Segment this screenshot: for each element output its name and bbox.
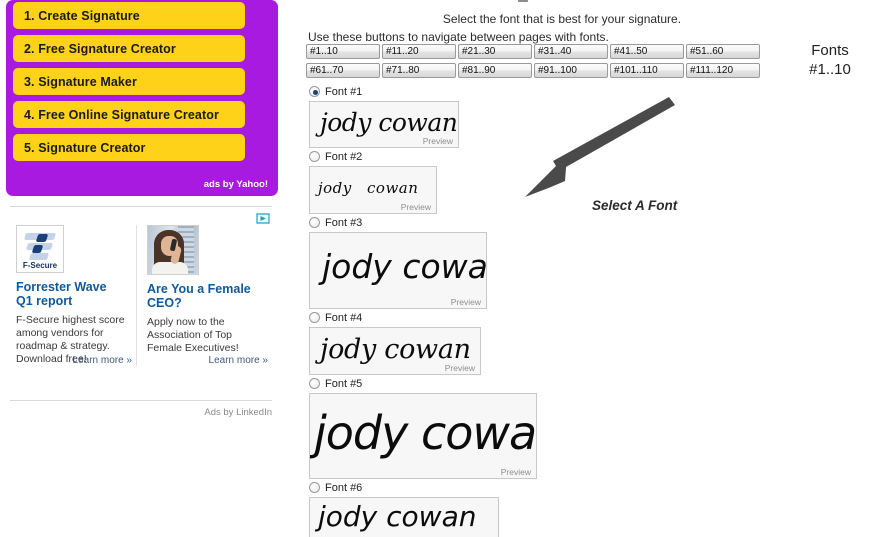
page-headline: Select the font that is best for your si… <box>442 12 682 26</box>
font-preview-3-signature: jody cowan <box>322 247 487 286</box>
font-option-3[interactable]: Font #3 jody cowan Preview <box>306 215 606 309</box>
linkedin-ad-divider <box>10 400 272 401</box>
pager-button-61-70[interactable]: #61..70 <box>306 63 380 78</box>
font-preview-5-signature: jody cowan <box>314 406 537 460</box>
linkedin-ad-card-2[interactable]: Are You a Female CEO? Apply now to the A… <box>136 225 268 366</box>
linkedin-ad-card-1-cta[interactable]: Learn more » <box>73 355 132 366</box>
yahoo-ad-link-1[interactable]: 1. Create Signature <box>13 2 245 29</box>
font-option-3-header[interactable]: Font #3 <box>306 215 606 230</box>
yahoo-ad-link-5-label: 5. Signature Creator <box>24 140 146 155</box>
woman-on-phone-photo <box>147 225 199 275</box>
font-radio-4[interactable] <box>309 312 320 323</box>
font-option-6-header[interactable]: Font #6 <box>306 480 606 495</box>
font-option-2-label: Font #2 <box>325 150 363 163</box>
linkedin-ad-cards: F-Secure Forrester Wave Q1 report F-Secu… <box>16 225 268 366</box>
font-option-4-header[interactable]: Font #4 <box>306 310 606 325</box>
font-radio-6[interactable] <box>309 482 320 493</box>
pager-button-11-20[interactable]: #11..20 <box>382 44 456 59</box>
linkedin-ad-card-2-title[interactable]: Are You a Female CEO? <box>147 282 258 310</box>
ad-choices-icon[interactable] <box>256 211 270 224</box>
font-option-1[interactable]: Font #1 jody cowan Preview <box>306 84 606 148</box>
pager-button-31-40[interactable]: #31..40 <box>534 44 608 59</box>
yahoo-ad-link-2-label: 2. Free Signature Creator <box>24 41 176 56</box>
yahoo-ad-link-4-label: 4. Free Online Signature Creator <box>24 107 219 122</box>
linkedin-ad-block: F-Secure Forrester Wave Q1 report F-Secu… <box>10 206 272 418</box>
ads-by-yahoo-attribution[interactable]: ads by Yahoo! <box>204 179 268 190</box>
yahoo-ad-link-4[interactable]: 4. Free Online Signature Creator <box>13 101 245 128</box>
font-preview-4-tag: Preview <box>444 363 475 373</box>
pager-button-81-90[interactable]: #81..90 <box>458 63 532 78</box>
font-option-2-header[interactable]: Font #2 <box>306 149 606 164</box>
linkedin-ad-card-2-body: Apply now to the Association of Top Fema… <box>147 316 239 354</box>
font-preview-1-signature: jody cowan <box>320 108 458 137</box>
font-option-5[interactable]: Font #5 jody cowan Preview <box>306 376 606 479</box>
font-radio-2[interactable] <box>309 151 320 162</box>
pager-button-71-80[interactable]: #71..80 <box>382 63 456 78</box>
pager-button-21-30[interactable]: #21..30 <box>458 44 532 59</box>
pager-button-111-120[interactable]: #111..120 <box>686 63 760 78</box>
font-option-1-label: Font #1 <box>325 85 363 98</box>
font-preview-1[interactable]: jody cowan Preview <box>309 101 459 148</box>
main-content: Select the font that is best for your si… <box>282 0 877 537</box>
f-secure-wordmark: F-Secure <box>22 261 58 270</box>
font-option-2[interactable]: Font #2 jody cowan Preview <box>306 149 606 214</box>
pager-button-91-100[interactable]: #91..100 <box>534 63 608 78</box>
font-option-6[interactable]: Font #6 jody cowan <box>306 480 606 537</box>
ads-by-linkedin-attribution[interactable]: Ads by LinkedIn <box>204 407 272 418</box>
font-preview-6-signature: jody cowan <box>318 500 477 533</box>
font-preview-5[interactable]: jody cowan Preview <box>309 393 537 479</box>
f-secure-logo-icon: F-Secure <box>16 225 64 273</box>
pager-row-2: #61..70 #71..80 #81..90 #91..100 #101..1… <box>306 63 786 78</box>
font-option-4[interactable]: Font #4 jody cowan Preview <box>306 310 606 375</box>
font-option-1-header[interactable]: Font #1 <box>306 84 606 99</box>
font-preview-6[interactable]: jody cowan <box>309 497 499 537</box>
font-option-list: Font #1 jody cowan Preview Font #2 jody … <box>306 84 606 537</box>
pager-button-101-110[interactable]: #101..110 <box>610 63 684 78</box>
yahoo-ad-link-1-label: 1. Create Signature <box>24 8 140 23</box>
font-radio-5[interactable] <box>309 378 320 389</box>
font-option-3-label: Font #3 <box>325 216 363 229</box>
font-preview-2-signature: jody cowan <box>318 179 419 197</box>
font-radio-3[interactable] <box>309 217 320 228</box>
font-preview-2[interactable]: jody cowan Preview <box>309 166 437 214</box>
yahoo-ad-link-2[interactable]: 2. Free Signature Creator <box>13 35 245 62</box>
font-radio-1[interactable] <box>309 86 320 97</box>
yahoo-ad-link-5[interactable]: 5. Signature Creator <box>13 134 245 161</box>
font-page-pager: #1..10 #11..20 #21..30 #31..40 #41..50 #… <box>306 44 786 82</box>
font-preview-3-tag: Preview <box>450 297 481 307</box>
font-preview-4-signature: jody cowan <box>320 334 471 365</box>
current-font-range-label: Fonts #1..10 <box>784 41 876 79</box>
font-option-6-label: Font #6 <box>325 481 363 494</box>
font-preview-4[interactable]: jody cowan Preview <box>309 327 481 375</box>
current-font-range-line2: #1..10 <box>809 61 851 78</box>
pager-row-1: #1..10 #11..20 #21..30 #31..40 #41..50 #… <box>306 44 786 59</box>
font-preview-2-tag: Preview <box>400 202 431 212</box>
pager-button-51-60[interactable]: #51..60 <box>686 44 760 59</box>
font-preview-3[interactable]: jody cowan Preview <box>309 232 487 309</box>
yahoo-ad-link-list: 1. Create Signature 2. Free Signature Cr… <box>13 2 245 167</box>
yahoo-ad-link-3-label: 3. Signature Maker <box>24 74 137 89</box>
linkedin-ad-card-1[interactable]: F-Secure Forrester Wave Q1 report F-Secu… <box>16 225 136 366</box>
linkedin-ad-card-2-cta[interactable]: Learn more » <box>209 355 268 366</box>
page-root: 1. Create Signature 2. Free Signature Cr… <box>0 0 877 537</box>
yahoo-ad-block: 1. Create Signature 2. Free Signature Cr… <box>6 0 278 196</box>
font-preview-5-tag: Preview <box>500 467 531 477</box>
pager-button-41-50[interactable]: #41..50 <box>610 44 684 59</box>
font-option-4-label: Font #4 <box>325 311 363 324</box>
pager-instruction: Use these buttons to navigate between pa… <box>308 30 609 44</box>
linkedin-ad-card-1-title[interactable]: Forrester Wave Q1 report <box>16 280 126 308</box>
select-a-font-annotation: Select A Font <box>592 198 678 213</box>
clipped-top-element <box>518 0 528 2</box>
pager-button-1-10[interactable]: #1..10 <box>306 44 380 59</box>
font-preview-1-tag: Preview <box>422 136 453 146</box>
current-font-range-line1: Fonts <box>811 42 849 59</box>
sidebar: 1. Create Signature 2. Free Signature Cr… <box>0 0 282 537</box>
font-option-5-label: Font #5 <box>325 377 363 390</box>
font-option-5-header[interactable]: Font #5 <box>306 376 606 391</box>
yahoo-ad-link-3[interactable]: 3. Signature Maker <box>13 68 245 95</box>
